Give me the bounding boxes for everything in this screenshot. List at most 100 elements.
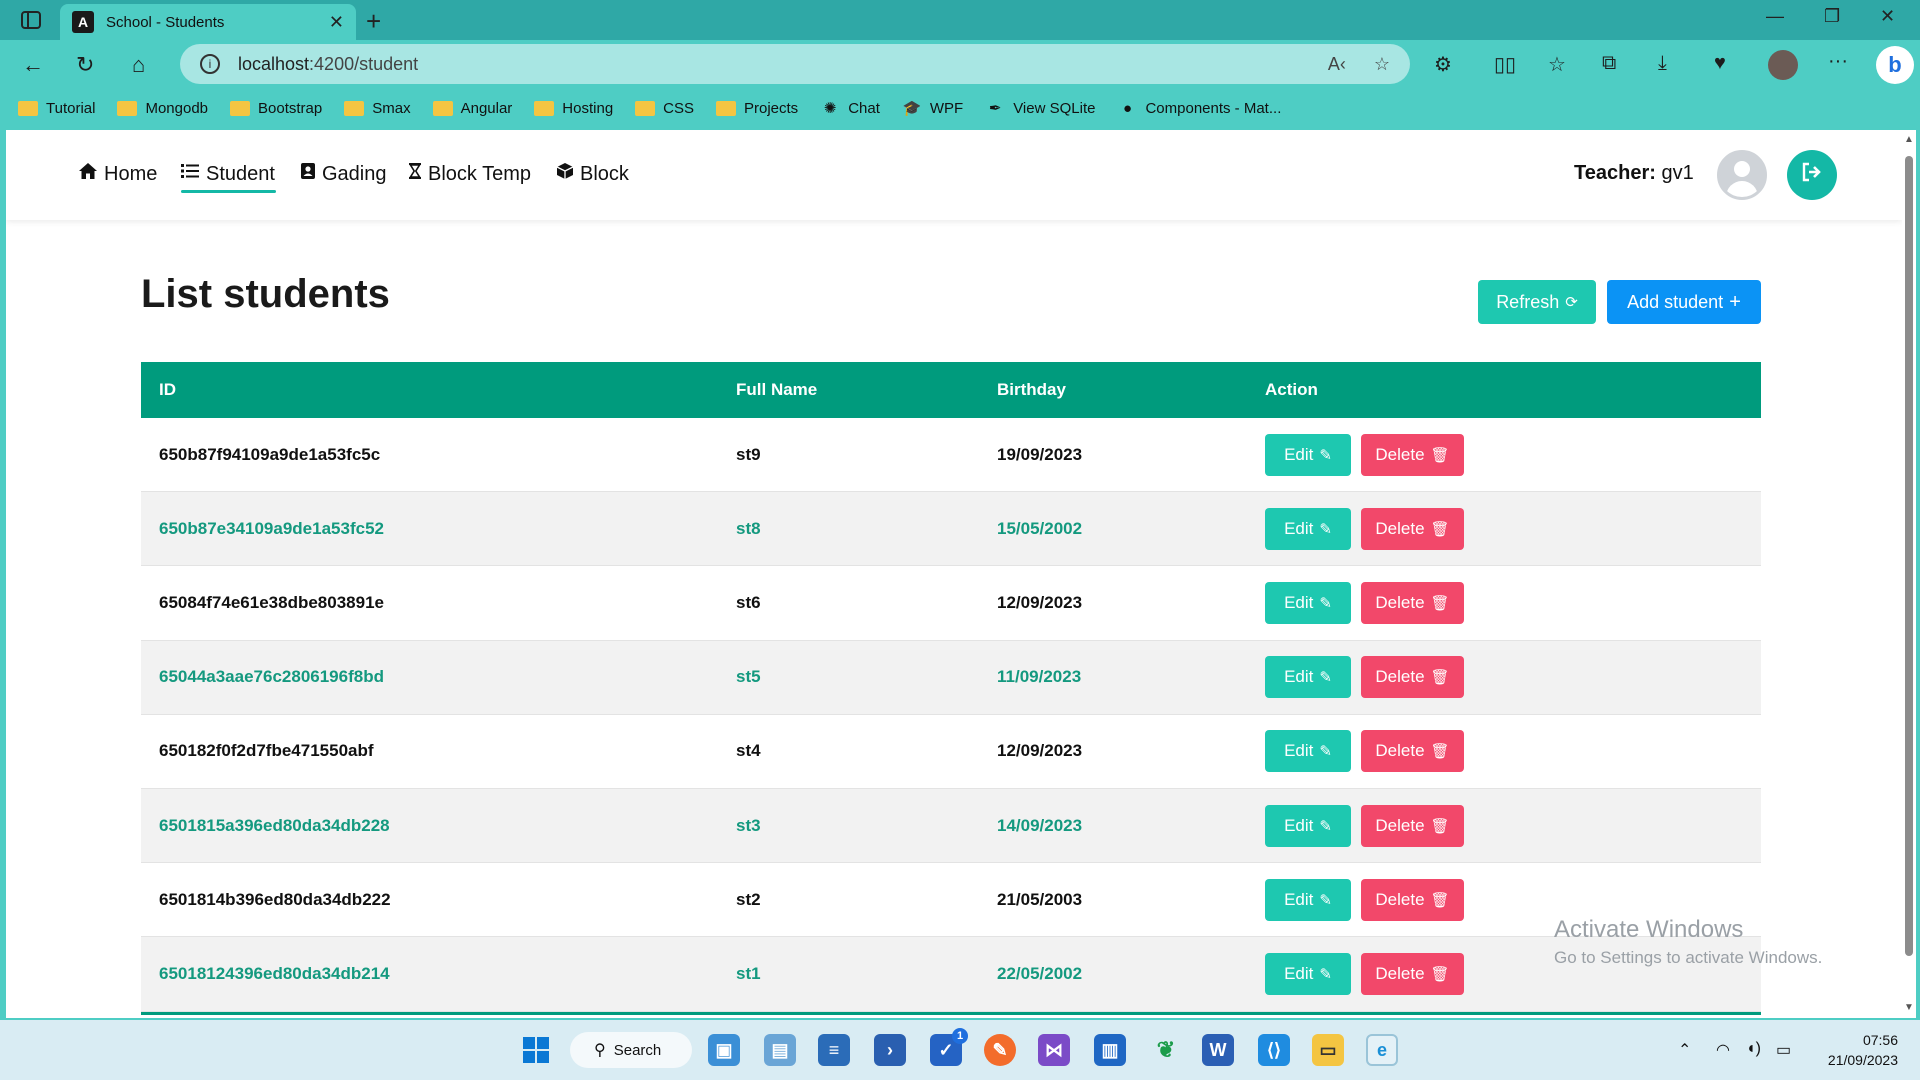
new-tab-icon[interactable]: + xyxy=(366,6,381,37)
bookmark-item[interactable]: Tutorial xyxy=(18,100,95,117)
delete-button[interactable]: Delete 🗑 xyxy=(1361,952,1464,995)
delete-button[interactable]: Delete 🗑 xyxy=(1361,581,1464,624)
home-browser-icon[interactable]: ⌂ xyxy=(132,52,145,78)
bookmark-item[interactable]: Bootstrap xyxy=(230,100,322,117)
bookmark-item[interactable]: ✒ View SQLite xyxy=(985,99,1096,118)
cell-birthday: 19/09/2023 xyxy=(997,444,1083,464)
add-student-button[interactable]: Add student + xyxy=(1607,280,1761,324)
battery-icon[interactable]: ▭ xyxy=(1776,1040,1791,1060)
reload-icon[interactable]: ↻ xyxy=(76,52,94,78)
more-menu-icon[interactable]: ··· xyxy=(1828,50,1848,73)
delete-button[interactable]: Delete 🗑 xyxy=(1361,656,1464,699)
taskbar-clock[interactable]: 07:56 21/09/2023 xyxy=(1808,1030,1898,1070)
bookmark-item[interactable]: Projects xyxy=(716,100,798,117)
bookmark-item[interactable]: ✺ Chat xyxy=(820,99,880,118)
cube-icon xyxy=(556,162,574,186)
bookmark-item[interactable]: Smax xyxy=(344,100,411,117)
mongodb-app-icon[interactable]: ❦ xyxy=(1150,1034,1182,1066)
bing-copilot-icon[interactable]: b xyxy=(1876,46,1914,84)
file-explorer-app-icon[interactable]: ▭ xyxy=(1312,1034,1344,1066)
nav-block[interactable]: Block xyxy=(556,162,629,186)
trello-app-icon[interactable]: ▥ xyxy=(1094,1034,1126,1066)
delete-button[interactable]: Delete 🗑 xyxy=(1361,507,1464,550)
collections-icon[interactable]: ⧉ xyxy=(1602,52,1616,75)
read-aloud-icon[interactable]: A‹ xyxy=(1328,54,1346,75)
delete-button[interactable]: Delete 🗑 xyxy=(1361,730,1464,773)
windows-start-icon[interactable] xyxy=(520,1034,552,1066)
table-body: 650b87f94109a9de1a53fc5c st9 19/09/2023 Edi… xyxy=(141,418,1761,1012)
split-screen-icon[interactable]: ▯▯ xyxy=(1494,52,1516,77)
scroll-up-icon[interactable]: ▲ xyxy=(1904,134,1914,145)
visual-studio-app-icon[interactable]: ⋈ xyxy=(1038,1034,1070,1066)
photos-app-icon[interactable]: ▤ xyxy=(764,1034,796,1066)
downloads-icon[interactable]: ⤓ xyxy=(1658,52,1667,75)
delete-button[interactable]: Delete 🗑 xyxy=(1361,433,1464,476)
minimize-icon[interactable]: — xyxy=(1766,6,1784,27)
bookmark-item[interactable]: CSS xyxy=(635,100,694,117)
bookmark-item[interactable]: Angular xyxy=(432,100,512,117)
page-scrollbar[interactable]: ▲ ▼ xyxy=(1902,130,1916,1018)
edit-button[interactable]: Edit ✎ xyxy=(1265,507,1351,550)
cell-actions: Edit ✎ Delete 🗑 xyxy=(1265,507,1761,550)
heart-pulse-icon[interactable]: ♥ xyxy=(1714,52,1726,75)
nav-student[interactable]: Student xyxy=(180,162,275,186)
favorites-icon[interactable]: ☆ xyxy=(1548,52,1566,77)
teacher-label: Teacher: gv1 xyxy=(1574,162,1694,184)
edit-button[interactable]: Edit ✎ xyxy=(1265,433,1351,476)
edit-button[interactable]: Edit ✎ xyxy=(1265,804,1351,847)
edit-button[interactable]: Edit ✎ xyxy=(1265,730,1351,773)
tab-actions-icon[interactable] xyxy=(18,8,44,32)
vscode-app-icon[interactable]: ⟨⟩ xyxy=(1258,1034,1290,1066)
browser-tab[interactable]: A School - Students ✕ xyxy=(60,4,356,40)
favorite-star-icon[interactable]: ☆ xyxy=(1374,54,1390,75)
edit-button[interactable]: Edit ✎ xyxy=(1265,878,1351,921)
edit-button[interactable]: Edit ✎ xyxy=(1265,581,1351,624)
tray-chevron-icon[interactable]: ⌃ xyxy=(1678,1040,1691,1060)
bookmark-item[interactable]: 🎓 WPF xyxy=(902,99,964,118)
edit-button[interactable]: Edit ✎ xyxy=(1265,952,1351,995)
cell-actions: Edit ✎ Delete 🗑 xyxy=(1265,656,1761,699)
word-app-icon[interactable]: W xyxy=(1202,1034,1234,1066)
nav-block-temp[interactable]: Block Temp xyxy=(408,162,531,186)
window-close-icon[interactable]: ✕ xyxy=(1880,6,1895,27)
nav-gading[interactable]: Gading xyxy=(300,162,387,186)
tab-close-icon[interactable]: ✕ xyxy=(329,12,344,33)
extensions-icon[interactable]: ⚙ xyxy=(1434,52,1452,77)
back-icon[interactable]: ← xyxy=(22,52,44,78)
user-avatar-icon[interactable] xyxy=(1717,150,1767,200)
folder-icon xyxy=(635,100,656,116)
nav-home[interactable]: Home xyxy=(78,162,157,186)
profile-avatar[interactable] xyxy=(1768,50,1798,80)
address-bar[interactable]: i localhost:4200/student A‹ ☆ xyxy=(180,44,1410,84)
site-info-icon[interactable]: i xyxy=(200,54,220,74)
activate-windows-watermark: Activate Windows Go to Settings to activ… xyxy=(1554,916,1823,967)
bookmark-item[interactable]: Mongodb xyxy=(117,100,208,117)
scroll-down-icon[interactable]: ▼ xyxy=(1904,1002,1914,1013)
logout-button[interactable] xyxy=(1787,150,1837,200)
browser-toolbar: ← ↻ ⌂ i localhost:4200/student A‹ ☆ ⚙ ▯▯… xyxy=(0,40,1920,88)
delete-button[interactable]: Delete 🗑 xyxy=(1361,804,1464,847)
postman-app-icon[interactable]: ✎ xyxy=(984,1034,1016,1066)
cell-full-name: st9 xyxy=(736,444,761,464)
notepad-app-icon[interactable]: ≡ xyxy=(818,1034,850,1066)
cell-id: 6501815a396ed80da34db228 xyxy=(159,815,390,835)
taskbar-search[interactable]: ⚲ Search xyxy=(570,1032,692,1068)
delete-button[interactable]: Delete 🗑 xyxy=(1361,878,1464,921)
refresh-button[interactable]: Refresh ⟳ xyxy=(1478,280,1596,324)
feather-icon: ✒ xyxy=(988,100,1002,117)
edit-button[interactable]: Edit ✎ xyxy=(1265,656,1351,699)
bookmark-item[interactable]: ● Components - Mat... xyxy=(1117,100,1281,117)
wifi-icon[interactable]: ◠ xyxy=(1716,1040,1730,1060)
powershell-app-icon[interactable]: › xyxy=(874,1034,906,1066)
volume-icon[interactable]: ◖) xyxy=(1746,1040,1761,1058)
widgets-app-icon[interactable]: ▣ xyxy=(708,1034,740,1066)
bookmark-item[interactable]: Hosting xyxy=(534,100,613,117)
scroll-thumb[interactable] xyxy=(1905,156,1913,956)
todo-app-icon[interactable]: ✓ 1 xyxy=(930,1028,968,1066)
github-icon: ● xyxy=(1122,99,1132,117)
trash-icon: 🗑 xyxy=(1430,594,1450,612)
edge-app-icon[interactable]: e xyxy=(1366,1034,1398,1066)
cell-actions: Edit ✎ Delete 🗑 xyxy=(1265,730,1761,773)
maximize-icon[interactable]: ❐ xyxy=(1824,6,1840,27)
cell-birthday: 11/09/2023 xyxy=(997,667,1082,687)
